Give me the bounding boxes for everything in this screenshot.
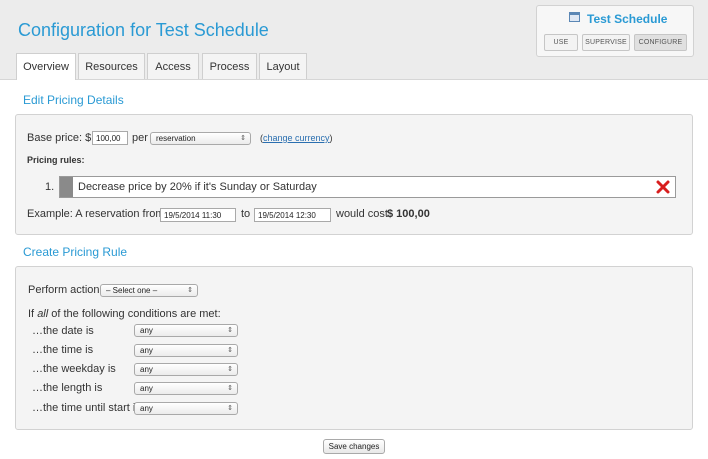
select-arrows-icon: ⇕ <box>227 366 233 373</box>
select-arrows-icon: ⇕ <box>227 405 233 412</box>
conditions-intro-pre: If <box>28 308 35 320</box>
tab-overview[interactable]: Overview <box>16 53 76 80</box>
perform-action-select[interactable]: – Select one – ⇕ <box>100 284 198 297</box>
example-from-input[interactable] <box>160 208 236 222</box>
use-mode-button[interactable]: USE <box>544 34 578 51</box>
condition-weekday-select[interactable]: any ⇕ <box>134 363 238 376</box>
base-price-input[interactable] <box>92 131 128 145</box>
change-currency-link[interactable]: change currency <box>263 133 330 143</box>
example-to-input[interactable] <box>254 208 331 222</box>
condition-weekday-value: any <box>140 365 153 374</box>
condition-date-select[interactable]: any ⇕ <box>134 324 238 337</box>
calendar-icon <box>569 12 580 22</box>
drag-handle[interactable] <box>60 177 73 197</box>
base-price-label: Base price: $ <box>27 132 92 144</box>
save-changes-button[interactable]: Save changes <box>323 439 385 454</box>
condition-time-until-start-value: any <box>140 404 153 413</box>
pricing-rule-item[interactable]: Decrease price by 20% if it's Sunday or … <box>59 176 676 198</box>
rule-number: 1. <box>45 181 55 193</box>
condition-time-label: …the time is <box>32 344 94 356</box>
page-header: Configuration for Test Schedule Overview… <box>0 0 708 80</box>
per-label: per <box>132 132 148 144</box>
condition-time-value: any <box>140 346 153 355</box>
select-arrows-icon: ⇕ <box>227 347 233 354</box>
select-arrows-icon: ⇕ <box>240 135 246 142</box>
per-unit-select-value: reservation <box>156 134 196 143</box>
delete-rule-icon[interactable] <box>655 179 671 195</box>
condition-time-until-start-select[interactable]: any ⇕ <box>134 402 238 415</box>
select-arrows-icon: ⇕ <box>227 327 233 334</box>
condition-length-label: …the length is <box>32 382 103 394</box>
perform-action-label: Perform action: <box>28 284 103 296</box>
create-rule-heading: Create Pricing Rule <box>23 245 128 259</box>
conditions-intro-post: of the following conditions are met: <box>51 308 221 320</box>
per-unit-select[interactable]: reservation ⇕ <box>150 132 251 145</box>
example-cost-value: $ 100,00 <box>387 208 430 220</box>
tab-access[interactable]: Access <box>147 53 199 79</box>
example-to-label: to <box>241 208 251 220</box>
condition-date-label: …the date is <box>32 325 94 337</box>
change-currency: (change currency) <box>260 133 333 143</box>
tab-resources[interactable]: Resources <box>78 53 145 79</box>
example-label: Example: A reservation from <box>27 208 165 220</box>
condition-length-value: any <box>140 384 153 393</box>
condition-length-select[interactable]: any ⇕ <box>134 382 238 395</box>
pricing-rules-label: Pricing rules: <box>27 155 85 165</box>
schedule-switcher: Test Schedule USE SUPERVISE CONFIGURE <box>536 5 694 57</box>
condition-date-value: any <box>140 326 153 335</box>
conditions-intro-emphasis: all <box>37 308 49 320</box>
supervise-mode-button[interactable]: SUPERVISE <box>582 34 630 51</box>
change-currency-close-paren: ) <box>329 133 333 143</box>
tab-layout[interactable]: Layout <box>259 53 307 79</box>
condition-time-until-start-label: …the time until start is <box>32 402 141 414</box>
page-title: Configuration for Test Schedule <box>18 20 269 40</box>
conditions-intro: If all of the following conditions are m… <box>28 308 221 320</box>
tab-process[interactable]: Process <box>202 53 257 79</box>
would-cost-label: would cost <box>336 208 388 220</box>
edit-pricing-heading: Edit Pricing Details <box>23 93 124 107</box>
select-arrows-icon: ⇕ <box>227 385 233 392</box>
rule-text: Decrease price by 20% if it's Sunday or … <box>78 181 317 193</box>
perform-action-select-value: – Select one – <box>106 286 158 295</box>
select-arrows-icon: ⇕ <box>187 287 193 294</box>
schedule-title[interactable]: Test Schedule <box>587 12 667 26</box>
condition-weekday-label: …the weekday is <box>32 363 116 375</box>
configure-mode-button[interactable]: CONFIGURE <box>634 34 687 51</box>
condition-time-select[interactable]: any ⇕ <box>134 344 238 357</box>
